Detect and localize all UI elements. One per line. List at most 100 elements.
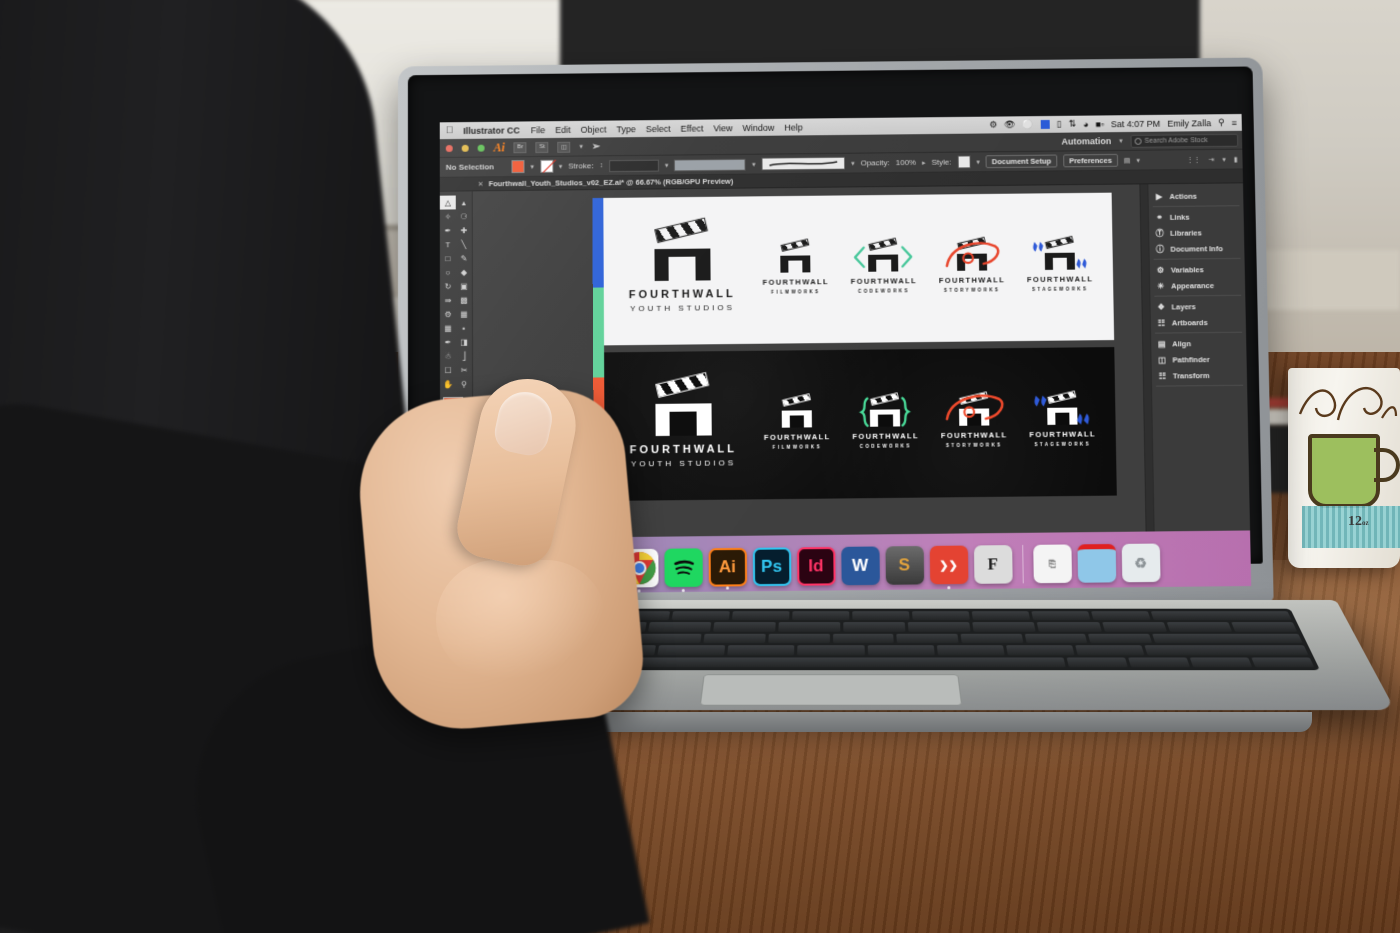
panel-variables[interactable]: ⚙ Variables — [1150, 261, 1245, 278]
fill-chevron-down-icon[interactable]: ▾ — [530, 162, 534, 170]
spotify-icon[interactable] — [664, 548, 702, 587]
rotate-tool[interactable]: ↻ — [440, 279, 456, 293]
scale-tool[interactable]: ▣ — [456, 279, 472, 293]
hand-tool[interactable]: ✋ — [440, 377, 456, 391]
trackpad[interactable] — [700, 674, 963, 705]
dnd-icon[interactable]: ⚪ — [1023, 119, 1034, 130]
zoom-tool[interactable]: ⚲ — [456, 377, 472, 391]
dropbox-icon[interactable]: ⚙ — [989, 120, 997, 131]
logo-codeworks-light[interactable]: FOURTHWALL CODEWORKS — [840, 244, 927, 294]
gradient-tool[interactable]: ▪ — [456, 321, 472, 335]
menu-window[interactable]: Window — [743, 122, 775, 132]
fill-color-swatch[interactable] — [512, 160, 525, 173]
go-to-behance-icon[interactable]: ➢ — [592, 141, 600, 152]
artboard-dark[interactable]: FOURTHWALL YOUTH STUDIOS FOURTHWALL FILM… — [604, 347, 1117, 501]
panel-appearance[interactable]: ☀ Appearance — [1150, 277, 1245, 294]
wifi-icon[interactable]: ◕ — [1083, 119, 1089, 129]
menu-bar-username[interactable]: Emily Zalla — [1167, 118, 1211, 128]
logo-stageworks-dark[interactable]: FOURTHWALL STAGEWORKS — [1019, 397, 1106, 447]
menu-edit[interactable]: Edit — [555, 124, 570, 134]
panel-links[interactable]: ⚭ Links — [1149, 208, 1244, 225]
menu-help[interactable]: Help — [784, 122, 803, 132]
column-graph-tool[interactable]: ⎦ — [456, 349, 472, 363]
list-icon[interactable]: ≡ — [1231, 118, 1236, 128]
panel-artboards[interactable]: ☷ Artboards — [1151, 314, 1246, 331]
bluetooth-icon[interactable]: ⇅ — [1069, 119, 1077, 130]
menu-bar-clock[interactable]: Sat 4:07 PM — [1111, 118, 1160, 128]
scrivener-icon[interactable]: S — [885, 546, 924, 585]
apple-logo-icon[interactable]:  — [446, 125, 453, 136]
menu-select[interactable]: Select — [646, 123, 671, 133]
eyedropper-tool[interactable]: ✒ — [440, 335, 456, 349]
symbol-sprayer-tool[interactable]: ☃ — [440, 349, 456, 363]
zoom-button[interactable] — [478, 144, 485, 151]
blue-square-icon[interactable] — [1041, 120, 1050, 129]
panel-actions[interactable]: ▶ Actions — [1148, 187, 1243, 204]
width-profile-chevron-down-icon[interactable]: ▾ — [752, 160, 756, 168]
line-segment-tool[interactable]: ╲ — [456, 237, 472, 251]
menu-type[interactable]: Type — [616, 124, 635, 134]
panel-pathfinder[interactable]: ◫ Pathfinder — [1151, 351, 1246, 368]
panels-dock[interactable]: ▶ Actions ⚭ Links Ⓣ Libraries ⓘ Document… — [1147, 183, 1250, 555]
panel-overflow-icon[interactable]: ▮ — [1234, 155, 1238, 163]
logo-storyworks-light[interactable]: FOURTHWALL STORYWORKS — [928, 243, 1015, 293]
logo-stageworks-light[interactable]: FOURTHWALL STAGEWORKS — [1016, 242, 1103, 292]
blend-tool[interactable]: ◨ — [456, 335, 472, 349]
free-transform-tool[interactable]: ▩ — [456, 293, 472, 307]
lasso-tool[interactable]: ⚆ — [456, 209, 472, 223]
eye-icon[interactable]: 👁 — [1004, 119, 1016, 130]
type-tool[interactable]: T — [440, 237, 456, 251]
stroke-weight-field[interactable] — [609, 159, 659, 171]
distribute-chevron-down-icon[interactable]: ▾ — [1222, 155, 1226, 163]
align-to-icon[interactable]: ▤ — [1124, 156, 1131, 164]
trash-icon[interactable]: ♻ — [1121, 544, 1160, 583]
document-file-icon[interactable]: ⎘ — [1033, 544, 1072, 583]
logo-primary-dark[interactable]: FOURTHWALL YOUTH STUDIOS — [614, 383, 752, 469]
stroke-color-swatch[interactable] — [540, 160, 553, 173]
airplay-icon[interactable]: ▯ — [1057, 119, 1062, 130]
curvature-tool[interactable]: ✚ — [456, 223, 472, 237]
shaper-tool[interactable]: ○ — [440, 265, 456, 279]
mesh-tool[interactable]: ▦ — [440, 321, 456, 335]
chevron-down-icon[interactable]: ▾ — [579, 143, 583, 151]
brush-definition-field[interactable] — [761, 157, 845, 171]
photoshop-icon[interactable]: Ps — [752, 547, 791, 586]
stroke-weight-chevron-down-icon[interactable]: ▾ — [665, 161, 669, 169]
logo-filmworks-dark[interactable]: FOURTHWALL FILMWORKS — [754, 399, 841, 449]
align-chevron-down-icon[interactable]: ▾ — [1136, 156, 1140, 164]
panel-align[interactable]: ▤ Align — [1151, 335, 1246, 352]
menu-object[interactable]: Object — [581, 124, 607, 134]
rectangle-tool[interactable]: □ — [440, 251, 456, 265]
logo-filmworks-light[interactable]: FOURTHWALL FILMWORKS — [752, 245, 839, 295]
panel-document-info[interactable]: ⓘ Document Info — [1149, 240, 1244, 257]
magic-wand-tool[interactable]: ✧ — [440, 209, 456, 223]
transform-grid-icon[interactable]: ⋮⋮ — [1186, 156, 1200, 164]
selection-tool[interactable]: △ — [440, 196, 456, 210]
menu-view[interactable]: View — [713, 123, 732, 133]
opacity-value[interactable]: 100% — [896, 158, 916, 167]
eraser-tool[interactable]: ◆ — [456, 265, 472, 279]
panel-libraries[interactable]: Ⓣ Libraries — [1149, 224, 1244, 241]
menu-effect[interactable]: Effect — [681, 123, 704, 133]
opacity-chevron-right-icon[interactable]: ▸ — [922, 158, 926, 166]
artboard-light[interactable]: FOURTHWALL YOUTH STUDIOS FOURTHWALL FILM… — [603, 193, 1114, 346]
slice-tool[interactable]: ✂ — [456, 363, 472, 377]
battery-icon[interactable]: ■▫ — [1095, 119, 1104, 129]
close-icon[interactable]: ✕ — [478, 180, 484, 188]
workspace-switcher[interactable]: Automation — [1061, 136, 1111, 146]
panel-layers[interactable]: ❖ Layers — [1150, 298, 1245, 315]
direct-selection-tool[interactable]: ▴ — [456, 195, 472, 209]
bridge-button[interactable]: Br — [514, 142, 527, 153]
document-setup-button[interactable]: Document Setup — [986, 155, 1057, 169]
minimize-button[interactable] — [462, 144, 469, 151]
shape-builder-tool[interactable]: ⚙ — [440, 307, 456, 321]
arrange-documents-icon[interactable]: ◫ — [558, 141, 571, 152]
stroke-chevron-down-icon[interactable]: ▾ — [559, 162, 563, 170]
variable-width-profile-field[interactable] — [674, 158, 746, 171]
menu-file[interactable]: File — [531, 125, 545, 135]
graphic-style-swatch[interactable] — [957, 155, 970, 168]
stroke-weight-stepper[interactable]: ↕ — [600, 162, 604, 169]
fontcase-icon[interactable]: F — [973, 545, 1012, 584]
width-tool[interactable]: ⇛ — [440, 293, 456, 307]
brush-chevron-down-icon[interactable]: ▾ — [851, 159, 855, 167]
